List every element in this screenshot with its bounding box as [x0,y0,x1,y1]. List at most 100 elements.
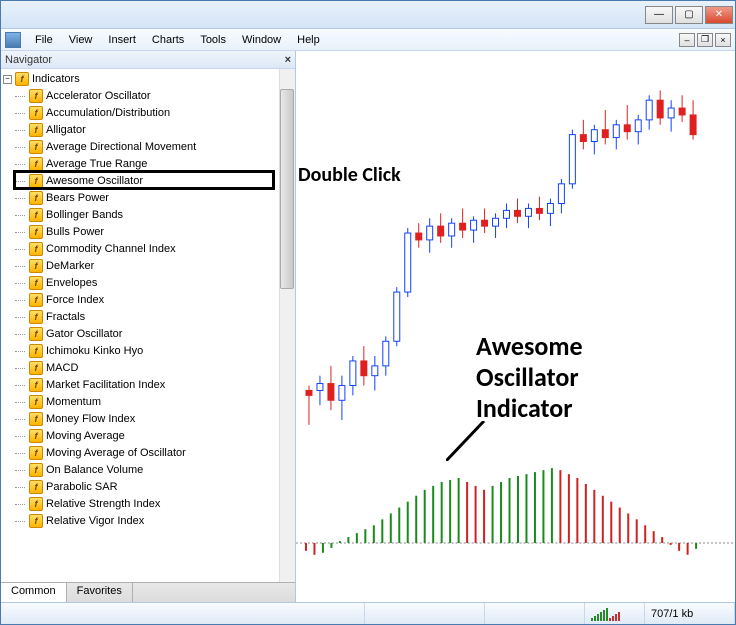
tree-item[interactable]: fAlligator [1,121,295,138]
application-window: — ▢ ✕ File View Insert Charts Tools Wind… [0,0,736,625]
status-cell [365,603,485,624]
status-connection-text: 707/1 kb [645,603,735,624]
status-cell-empty [1,603,365,624]
indicator-icon: f [29,327,43,341]
scrollbar-thumb[interactable] [280,89,294,289]
connection-bars-icon [591,607,627,621]
indicator-icon: f [29,361,43,375]
indicator-icon: f [29,259,43,273]
tree-item[interactable]: fOn Balance Volume [1,461,295,478]
navigator-panel: Navigator × − f Indicators fAccelerator … [1,51,296,602]
tree-item-label: Fractals [46,311,85,323]
navigator-close-button[interactable]: × [285,54,291,66]
navigator-tree[interactable]: − f Indicators fAccelerator OscillatorfA… [1,69,295,582]
tree-item-label: Average Directional Movement [46,141,196,153]
indicator-icon: f [29,106,43,120]
indicator-icon: f [29,344,43,358]
mdi-restore-button[interactable]: ❐ [697,33,713,47]
tree-item[interactable]: fMoving Average [1,427,295,444]
indicator-icon: f [29,293,43,307]
menu-bar: File View Insert Charts Tools Window Hel… [1,29,735,51]
tree-item-label: Accelerator Oscillator [46,90,151,102]
tree-item[interactable]: fIchimoku Kinko Hyo [1,342,295,359]
tree-item-label: Market Facilitation Index [46,379,165,391]
menu-insert[interactable]: Insert [100,31,144,49]
mdi-close-button[interactable]: × [715,33,731,47]
indicator-icon: f [29,480,43,494]
tree-item-label: Money Flow Index [46,413,135,425]
tree-item[interactable]: fMoney Flow Index [1,410,295,427]
tree-item[interactable]: fMACD [1,359,295,376]
tree-item[interactable]: fAwesome Oscillator [1,172,295,189]
menu-window[interactable]: Window [234,31,289,49]
tree-item[interactable]: fRelative Vigor Index [1,512,295,529]
menu-view[interactable]: View [61,31,101,49]
indicator-icon: f [29,242,43,256]
tree-item[interactable]: fFractals [1,308,295,325]
menu-file[interactable]: File [27,31,61,49]
tree-item[interactable]: fAccumulation/Distribution [1,104,295,121]
tree-item-label: DeMarker [46,260,94,272]
tree-item-label: Moving Average [46,430,125,442]
tree-item[interactable]: fBears Power [1,189,295,206]
scrollbar[interactable] [279,69,295,582]
indicator-icon: f [29,225,43,239]
tab-favorites[interactable]: Favorites [67,583,133,602]
tree-item[interactable]: fDeMarker [1,257,295,274]
indicator-icon: f [29,310,43,324]
tree-item-label: Commodity Channel Index [46,243,176,255]
status-connection-icon [585,603,645,624]
tree-item-label: Momentum [46,396,101,408]
tree-item[interactable]: fRelative Strength Index [1,495,295,512]
tree-item[interactable]: fForce Index [1,291,295,308]
app-icon [5,32,21,48]
close-button[interactable]: ✕ [705,6,733,24]
tree-item[interactable]: fAverage Directional Movement [1,138,295,155]
tree-item[interactable]: fBulls Power [1,223,295,240]
status-bar: 707/1 kb [1,602,735,624]
tree-item[interactable]: fAverage True Range [1,155,295,172]
indicator-icon: f [29,446,43,460]
tree-item[interactable]: fCommodity Channel Index [1,240,295,257]
menu-help[interactable]: Help [289,31,328,49]
tree-item-label: Envelopes [46,277,97,289]
indicator-icon: f [29,140,43,154]
collapse-icon[interactable]: − [3,75,12,84]
tree-item[interactable]: fMoving Average of Oscillator [1,444,295,461]
tree-item[interactable]: fMarket Facilitation Index [1,376,295,393]
tree-item-label: Bulls Power [46,226,104,238]
indicator-icon: f [29,395,43,409]
status-cell [485,603,585,624]
folder-icon: f [15,72,29,86]
tree-item-label: Relative Strength Index [46,498,160,510]
maximize-button[interactable]: ▢ [675,6,703,24]
content-area: Navigator × − f Indicators fAccelerator … [1,51,735,602]
tree-item-label: On Balance Volume [46,464,143,476]
tree-root-indicators[interactable]: − f Indicators [1,71,295,87]
tree-item[interactable]: fGator Oscillator [1,325,295,342]
chart-area[interactable]: Double Click AwesomeOscillatorIndicator [296,51,735,602]
title-bar: — ▢ ✕ [1,1,735,29]
tree-item-label: Bears Power [46,192,109,204]
tree-item[interactable]: fEnvelopes [1,274,295,291]
mdi-controls: – ❐ × [677,33,731,47]
indicator-icon: f [29,191,43,205]
menu-tools[interactable]: Tools [192,31,234,49]
tree-item-label: Bollinger Bands [46,209,123,221]
navigator-title: Navigator [5,54,52,66]
indicator-icon: f [29,123,43,137]
mdi-minimize-button[interactable]: – [679,33,695,47]
tree-item[interactable]: fParabolic SAR [1,478,295,495]
indicator-icon: f [29,174,43,188]
tree-item[interactable]: fAccelerator Oscillator [1,87,295,104]
minimize-button[interactable]: — [645,6,673,24]
tree-item-label: Awesome Oscillator [46,175,143,187]
tree-item-label: Gator Oscillator [46,328,122,340]
tree-item[interactable]: fBollinger Bands [1,206,295,223]
tree-item[interactable]: fMomentum [1,393,295,410]
tab-common[interactable]: Common [1,583,67,602]
menu-charts[interactable]: Charts [144,31,192,49]
indicator-icon: f [29,276,43,290]
indicator-icon: f [29,208,43,222]
price-chart[interactable] [296,51,735,602]
